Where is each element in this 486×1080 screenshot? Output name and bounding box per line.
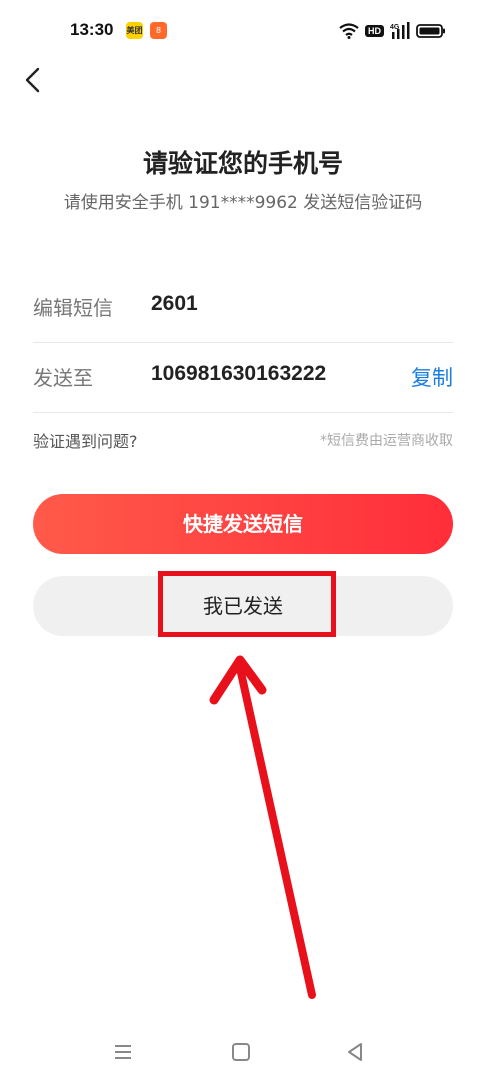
back-arrow-icon[interactable] — [22, 64, 46, 96]
back-nav-icon[interactable] — [342, 1039, 368, 1065]
meituan-app-icon: 美团 — [126, 22, 143, 39]
battery-icon — [416, 24, 445, 38]
page-title: 请验证您的手机号 — [142, 149, 343, 178]
signal-icon: 4G — [390, 22, 410, 39]
sms-content-label: 编辑短信 — [33, 296, 113, 320]
menu-nav-icon[interactable] — [110, 1039, 136, 1065]
status-bar: 13:30 美团 8 HD 4G — [0, 0, 486, 62]
notification-app-icon: 8 — [150, 22, 167, 39]
sms-content-value: 2601 — [151, 292, 198, 315]
sms-content-row: 编辑短信 2601 — [33, 274, 453, 343]
copy-button[interactable]: 复制 — [411, 362, 453, 392]
send-to-label: 发送至 — [33, 366, 93, 390]
home-nav-icon[interactable] — [228, 1039, 254, 1065]
wifi-icon — [339, 23, 359, 39]
page-subtitle: 请使用安全手机 191****9962 发送短信验证码 — [63, 193, 423, 213]
sms-fee-note: *短信费由运营商收取 — [320, 433, 453, 449]
status-time: 13:30 — [70, 20, 114, 39]
send-to-number: 106981630163222 — [151, 362, 327, 385]
system-nav-bar — [0, 1025, 486, 1080]
send-to-row: 发送至 106981630163222 复制 — [33, 344, 453, 413]
quick-send-sms-button[interactable]: 快捷发送短信 — [33, 494, 453, 554]
status-icons: HD 4G — [339, 21, 446, 41]
verification-help-link[interactable]: 验证遇到问题? — [33, 428, 138, 452]
annotation-highlight-box — [158, 571, 336, 637]
hd-badge: HD — [365, 25, 384, 37]
